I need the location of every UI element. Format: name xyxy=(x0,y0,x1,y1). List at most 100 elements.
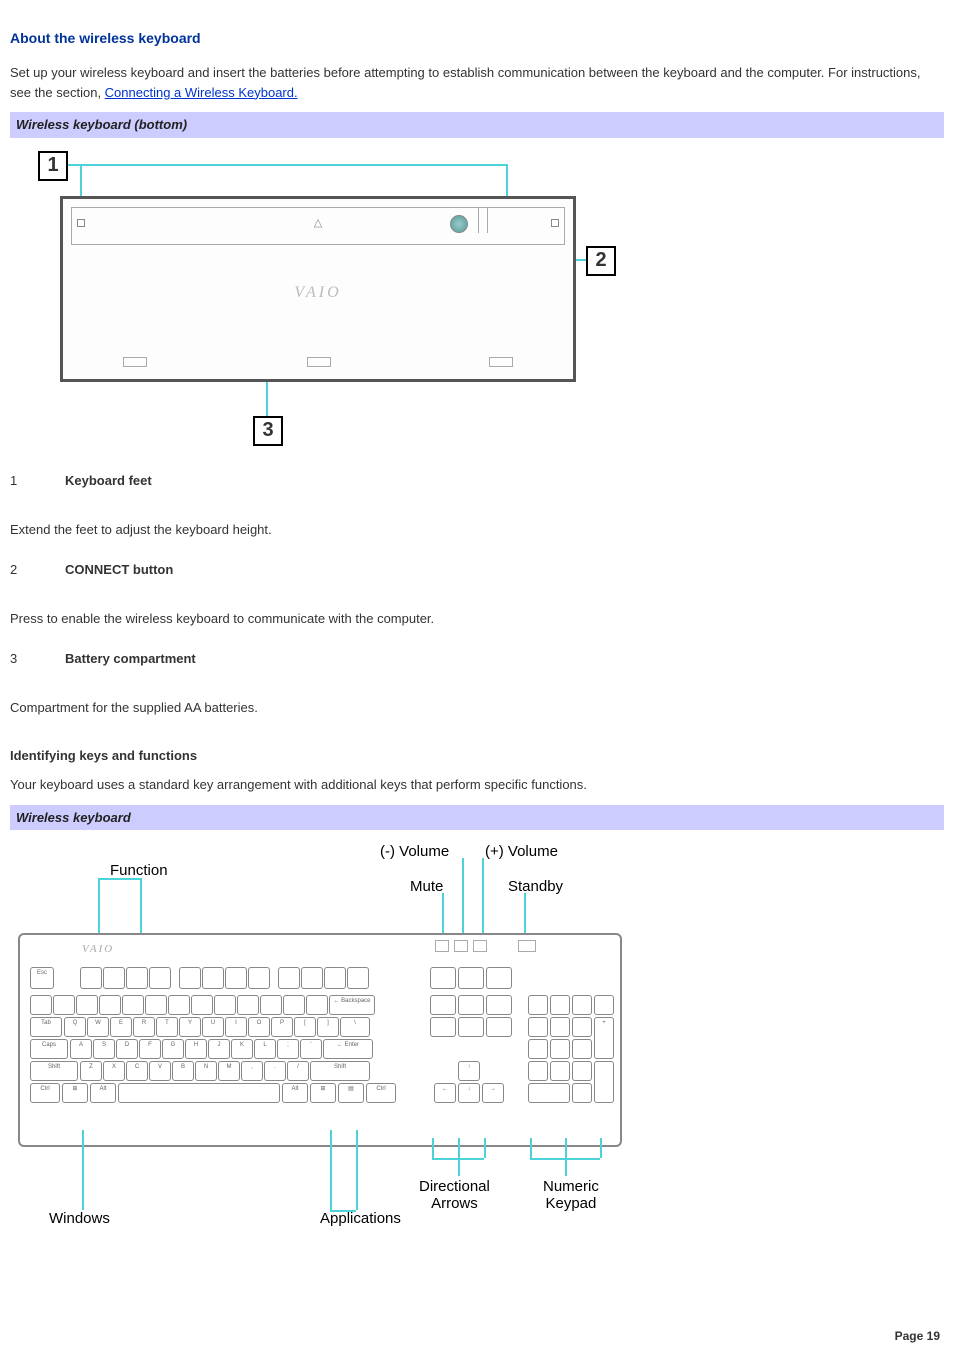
def-term: Battery compartment xyxy=(65,649,196,669)
keyboard-key: I xyxy=(225,1017,247,1037)
keyboard-top-outline: VAIO Esc← Backspace+TabQWERTYUIOP[]\Caps… xyxy=(18,933,622,1147)
keyboard-key xyxy=(550,995,570,1015)
keyboard-key: N xyxy=(195,1061,217,1081)
keyboard-key xyxy=(324,967,346,989)
def-desc: Compartment for the supplied AA batterie… xyxy=(10,698,944,718)
def-term: CONNECT button xyxy=(65,560,173,580)
keyboard-key: Alt xyxy=(282,1083,308,1103)
def-num: 1 xyxy=(10,471,65,491)
keyboard-key: E xyxy=(110,1017,132,1037)
def-num: 2 xyxy=(10,560,65,580)
intro-paragraph: Set up your wireless keyboard and insert… xyxy=(10,63,944,102)
keyboard-key: \ xyxy=(340,1017,370,1037)
keyboard-key: F xyxy=(139,1039,161,1059)
diagram-keyboard-bottom: 1 2 3 △ VAIO xyxy=(10,146,640,451)
keyboard-key xyxy=(430,995,456,1015)
definition-2: 2 CONNECT button Press to enable the wir… xyxy=(10,560,944,629)
keyboard-key xyxy=(550,1017,570,1037)
keyboard-key xyxy=(118,1083,280,1103)
keyboard-key xyxy=(214,995,236,1015)
keyboard-key: U xyxy=(202,1017,224,1037)
page-number: Page 19 xyxy=(895,1327,940,1345)
keyboard-key xyxy=(572,1017,592,1037)
label-vol-up: (+) Volume xyxy=(485,843,558,860)
keyboard-key: D xyxy=(116,1039,138,1059)
keyboard-key xyxy=(528,995,548,1015)
def-desc: Press to enable the wireless keyboard to… xyxy=(10,609,944,629)
keyboard-key xyxy=(179,967,201,989)
keyboard-key xyxy=(528,1083,570,1103)
keyboard-key: ] xyxy=(317,1017,339,1037)
keyboard-key: G xyxy=(162,1039,184,1059)
keyboard-key xyxy=(528,1017,548,1037)
keyboard-key xyxy=(458,995,484,1015)
keyboard-key: H xyxy=(185,1039,207,1059)
keyboard-key: → xyxy=(482,1083,504,1103)
keyboard-key xyxy=(168,995,190,1015)
label-vol-down: (-) Volume xyxy=(380,843,449,860)
keyboard-key: ▤ xyxy=(338,1083,364,1103)
keyboard-key xyxy=(237,995,259,1015)
keyboard-key xyxy=(260,995,282,1015)
keyboard-key xyxy=(145,995,167,1015)
subheading-identifying-keys: Identifying keys and functions xyxy=(10,746,944,766)
keyboard-key xyxy=(301,967,323,989)
keyboard-key: , xyxy=(241,1061,263,1081)
definition-3: 3 Battery compartment Compartment for th… xyxy=(10,649,944,718)
keyboard-key xyxy=(347,967,369,989)
keyboard-key xyxy=(225,967,247,989)
keyboard-key xyxy=(126,967,148,989)
definition-1: 1 Keyboard feet Extend the feet to adjus… xyxy=(10,471,944,540)
keyboard-key xyxy=(572,995,592,1015)
label-windows: Windows xyxy=(49,1210,110,1227)
keyboard-key: P xyxy=(271,1017,293,1037)
keyboard-key xyxy=(572,1083,592,1103)
keyboard-key xyxy=(76,995,98,1015)
keyboard-key: Ctrl xyxy=(30,1083,60,1103)
keyboard-key xyxy=(594,1061,614,1103)
keyboard-key: ← Enter xyxy=(323,1039,373,1059)
keyboard-key xyxy=(122,995,144,1015)
callout-2: 2 xyxy=(586,246,616,276)
keyboard-key xyxy=(248,967,270,989)
keyboard-key: T xyxy=(156,1017,178,1037)
keyboard-key: ; xyxy=(277,1039,299,1059)
keyboard-key: X xyxy=(103,1061,125,1081)
keyboard-key: K xyxy=(231,1039,253,1059)
keyboard-key: S xyxy=(93,1039,115,1059)
keyboard-key: Z xyxy=(80,1061,102,1081)
keyboard-key xyxy=(572,1039,592,1059)
keyboard-key xyxy=(53,995,75,1015)
section-title: About the wireless keyboard xyxy=(10,28,944,49)
keyboard-key xyxy=(283,995,305,1015)
eject-icon: △ xyxy=(314,215,322,232)
keyboard-key xyxy=(99,995,121,1015)
keyboard-key: / xyxy=(287,1061,309,1081)
keyboard-key: ↑ xyxy=(458,1061,480,1081)
keyboard-key: ← xyxy=(434,1083,456,1103)
keyboard-key: R xyxy=(133,1017,155,1037)
keyboard-key xyxy=(528,1039,548,1059)
keyboard-key: [ xyxy=(294,1017,316,1037)
label-numeric: Numeric Keypad xyxy=(543,1178,599,1212)
keyboard-key xyxy=(528,1061,548,1081)
keyboard-key: Esc xyxy=(30,967,54,989)
keyboard-key xyxy=(458,1017,484,1037)
keyboard-key: ' xyxy=(300,1039,322,1059)
keyboard-key xyxy=(306,995,328,1015)
keyboard-key: V xyxy=(149,1061,171,1081)
connecting-keyboard-link[interactable]: Connecting a Wireless Keyboard. xyxy=(105,85,298,100)
keyboard-key xyxy=(80,967,102,989)
caption-bar-top: Wireless keyboard xyxy=(10,805,944,831)
keyboard-key xyxy=(458,967,484,989)
keyboard-key: B xyxy=(172,1061,194,1081)
diagram-keyboard-top: Function (-) Volume (+) Volume Mute Stan… xyxy=(10,838,650,1233)
keyboard-key xyxy=(191,995,213,1015)
callout-1: 1 xyxy=(38,151,68,181)
keyboard-key xyxy=(103,967,125,989)
label-function: Function xyxy=(110,862,168,879)
keyboard-key xyxy=(149,967,171,989)
keyboard-key xyxy=(430,967,456,989)
keyboard-key: ⊞ xyxy=(62,1083,88,1103)
keyboard-key xyxy=(572,1061,592,1081)
